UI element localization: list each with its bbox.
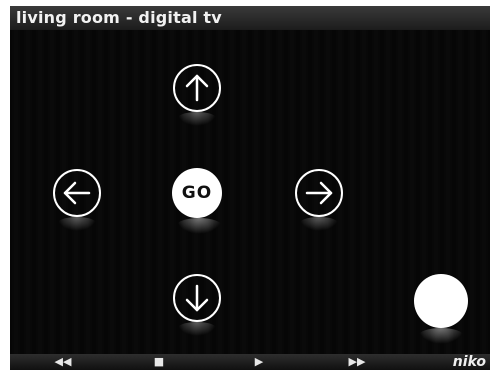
go-button[interactable]: GO: [172, 168, 222, 234]
refresh-button-reflection: [418, 328, 464, 344]
left-button-reflection: [57, 217, 97, 231]
up-button[interactable]: [173, 64, 221, 126]
right-button[interactable]: [295, 169, 343, 231]
arrow-left-icon: [63, 181, 91, 205]
stop-button[interactable]: ■: [139, 354, 179, 370]
transport-bar: ◀◀ ■ ▶ ▶▶ niko: [10, 354, 490, 370]
go-button-label: GO: [181, 183, 213, 203]
go-button-reflection: [176, 218, 222, 234]
left-button[interactable]: [53, 169, 101, 231]
remote-panel: GO: [10, 30, 490, 354]
rewind-button[interactable]: ◀◀: [43, 354, 83, 370]
refresh-button[interactable]: [414, 274, 468, 344]
arrow-right-icon: [305, 181, 333, 205]
niko-logo: niko: [452, 354, 486, 370]
up-button-reflection: [177, 112, 217, 126]
down-button[interactable]: [173, 274, 221, 336]
play-button[interactable]: ▶: [239, 354, 279, 370]
right-button-reflection: [299, 217, 339, 231]
refresh-button-disc: [414, 274, 468, 328]
page-title: living room - digital tv: [16, 8, 222, 27]
app-screen: living room - digital tv GO ◀◀ ■ ▶ ▶▶ ni…: [10, 6, 490, 370]
fast-forward-button[interactable]: ▶▶: [337, 354, 377, 370]
arrow-up-icon: [185, 74, 209, 102]
title-bar: living room - digital tv: [10, 6, 490, 30]
arrow-down-icon: [185, 284, 209, 312]
down-button-reflection: [177, 322, 217, 336]
